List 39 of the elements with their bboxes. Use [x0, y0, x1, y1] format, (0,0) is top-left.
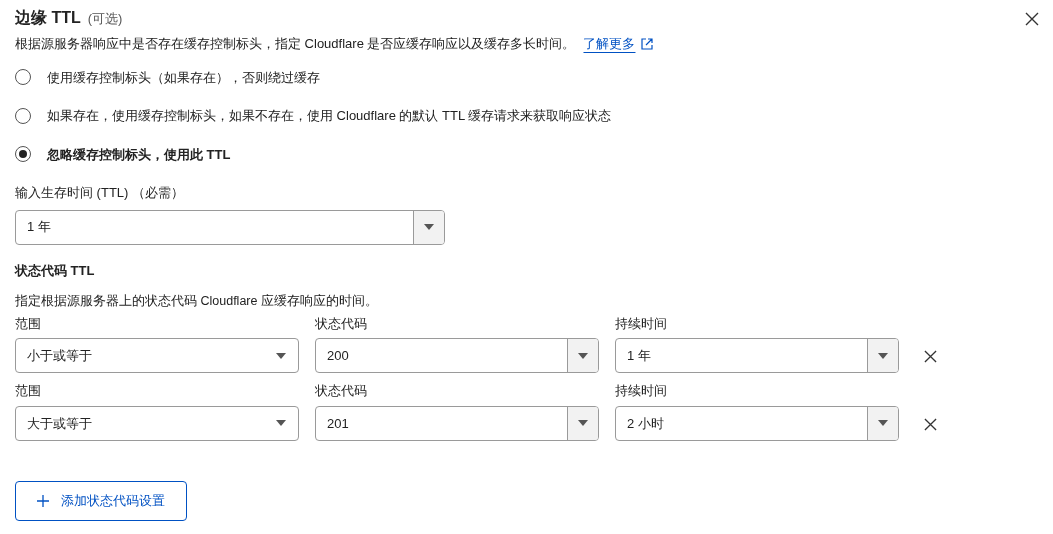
subsection-title: 状态代码 TTL	[15, 261, 96, 280]
plus-icon	[37, 494, 49, 507]
learn-more-link[interactable]: 了解更多	[583, 34, 654, 54]
caret-icon	[878, 352, 888, 359]
field-label: 范围	[15, 382, 42, 401]
combo-box[interactable]: 1 年	[615, 338, 899, 374]
optional-note: (可选)	[87, 10, 123, 28]
caret-icon	[276, 352, 286, 359]
radio-button[interactable]	[15, 146, 31, 163]
combo-box[interactable]: 200	[315, 338, 599, 374]
remove-button[interactable]	[924, 417, 937, 431]
caret-icon	[878, 420, 888, 427]
radio-button[interactable]	[15, 107, 31, 124]
option-label: 如果存在，使用缓存控制标头，如果不存在，使用 Cloudflare 的默认 TTL 缓存请求来获取响应状态	[47, 107, 612, 125]
option-label: 忽略缓存控制标头，使用此 TTL	[47, 145, 231, 164]
caret-icon	[578, 420, 588, 427]
field-label: 输入生存时间 (TTL) （必需）	[15, 184, 185, 202]
caret-icon	[578, 352, 588, 359]
combo-box[interactable]: 201	[315, 405, 599, 441]
remove-button[interactable]	[924, 350, 937, 364]
add-button[interactable]: 添加状态代码设置	[15, 480, 187, 521]
field-label: 持续时间	[615, 314, 668, 333]
external-link-icon	[641, 37, 654, 50]
combo-box[interactable]: 1 年	[15, 209, 445, 245]
field-label: 状态代码	[315, 314, 368, 333]
subsection-description: 指定根据源服务器上的状态代码 Cloudflare 应缓存响应的时间。	[15, 293, 379, 310]
close-button[interactable]	[1025, 12, 1039, 26]
caret-icon	[276, 420, 286, 427]
description-text: 根据源服务器响应中是否存在缓存控制标头，指定 Cloudflare 是否应缓存响应以及缓存多长时间。	[15, 35, 576, 53]
section-title: 边缘 TTL	[15, 8, 81, 28]
dropdown[interactable]: 小于或等于	[15, 338, 299, 374]
field-label: 持续时间	[615, 382, 668, 401]
dropdown[interactable]: 大于或等于	[15, 405, 299, 441]
field-label: 范围	[15, 314, 42, 333]
option-label: 使用缓存控制标头（如果存在），否则绕过缓存	[47, 68, 320, 87]
radio-button[interactable]	[15, 69, 31, 86]
field-label: 状态代码	[315, 382, 368, 401]
combo-box[interactable]: 2 小时	[615, 405, 899, 441]
caret-icon	[424, 224, 434, 230]
